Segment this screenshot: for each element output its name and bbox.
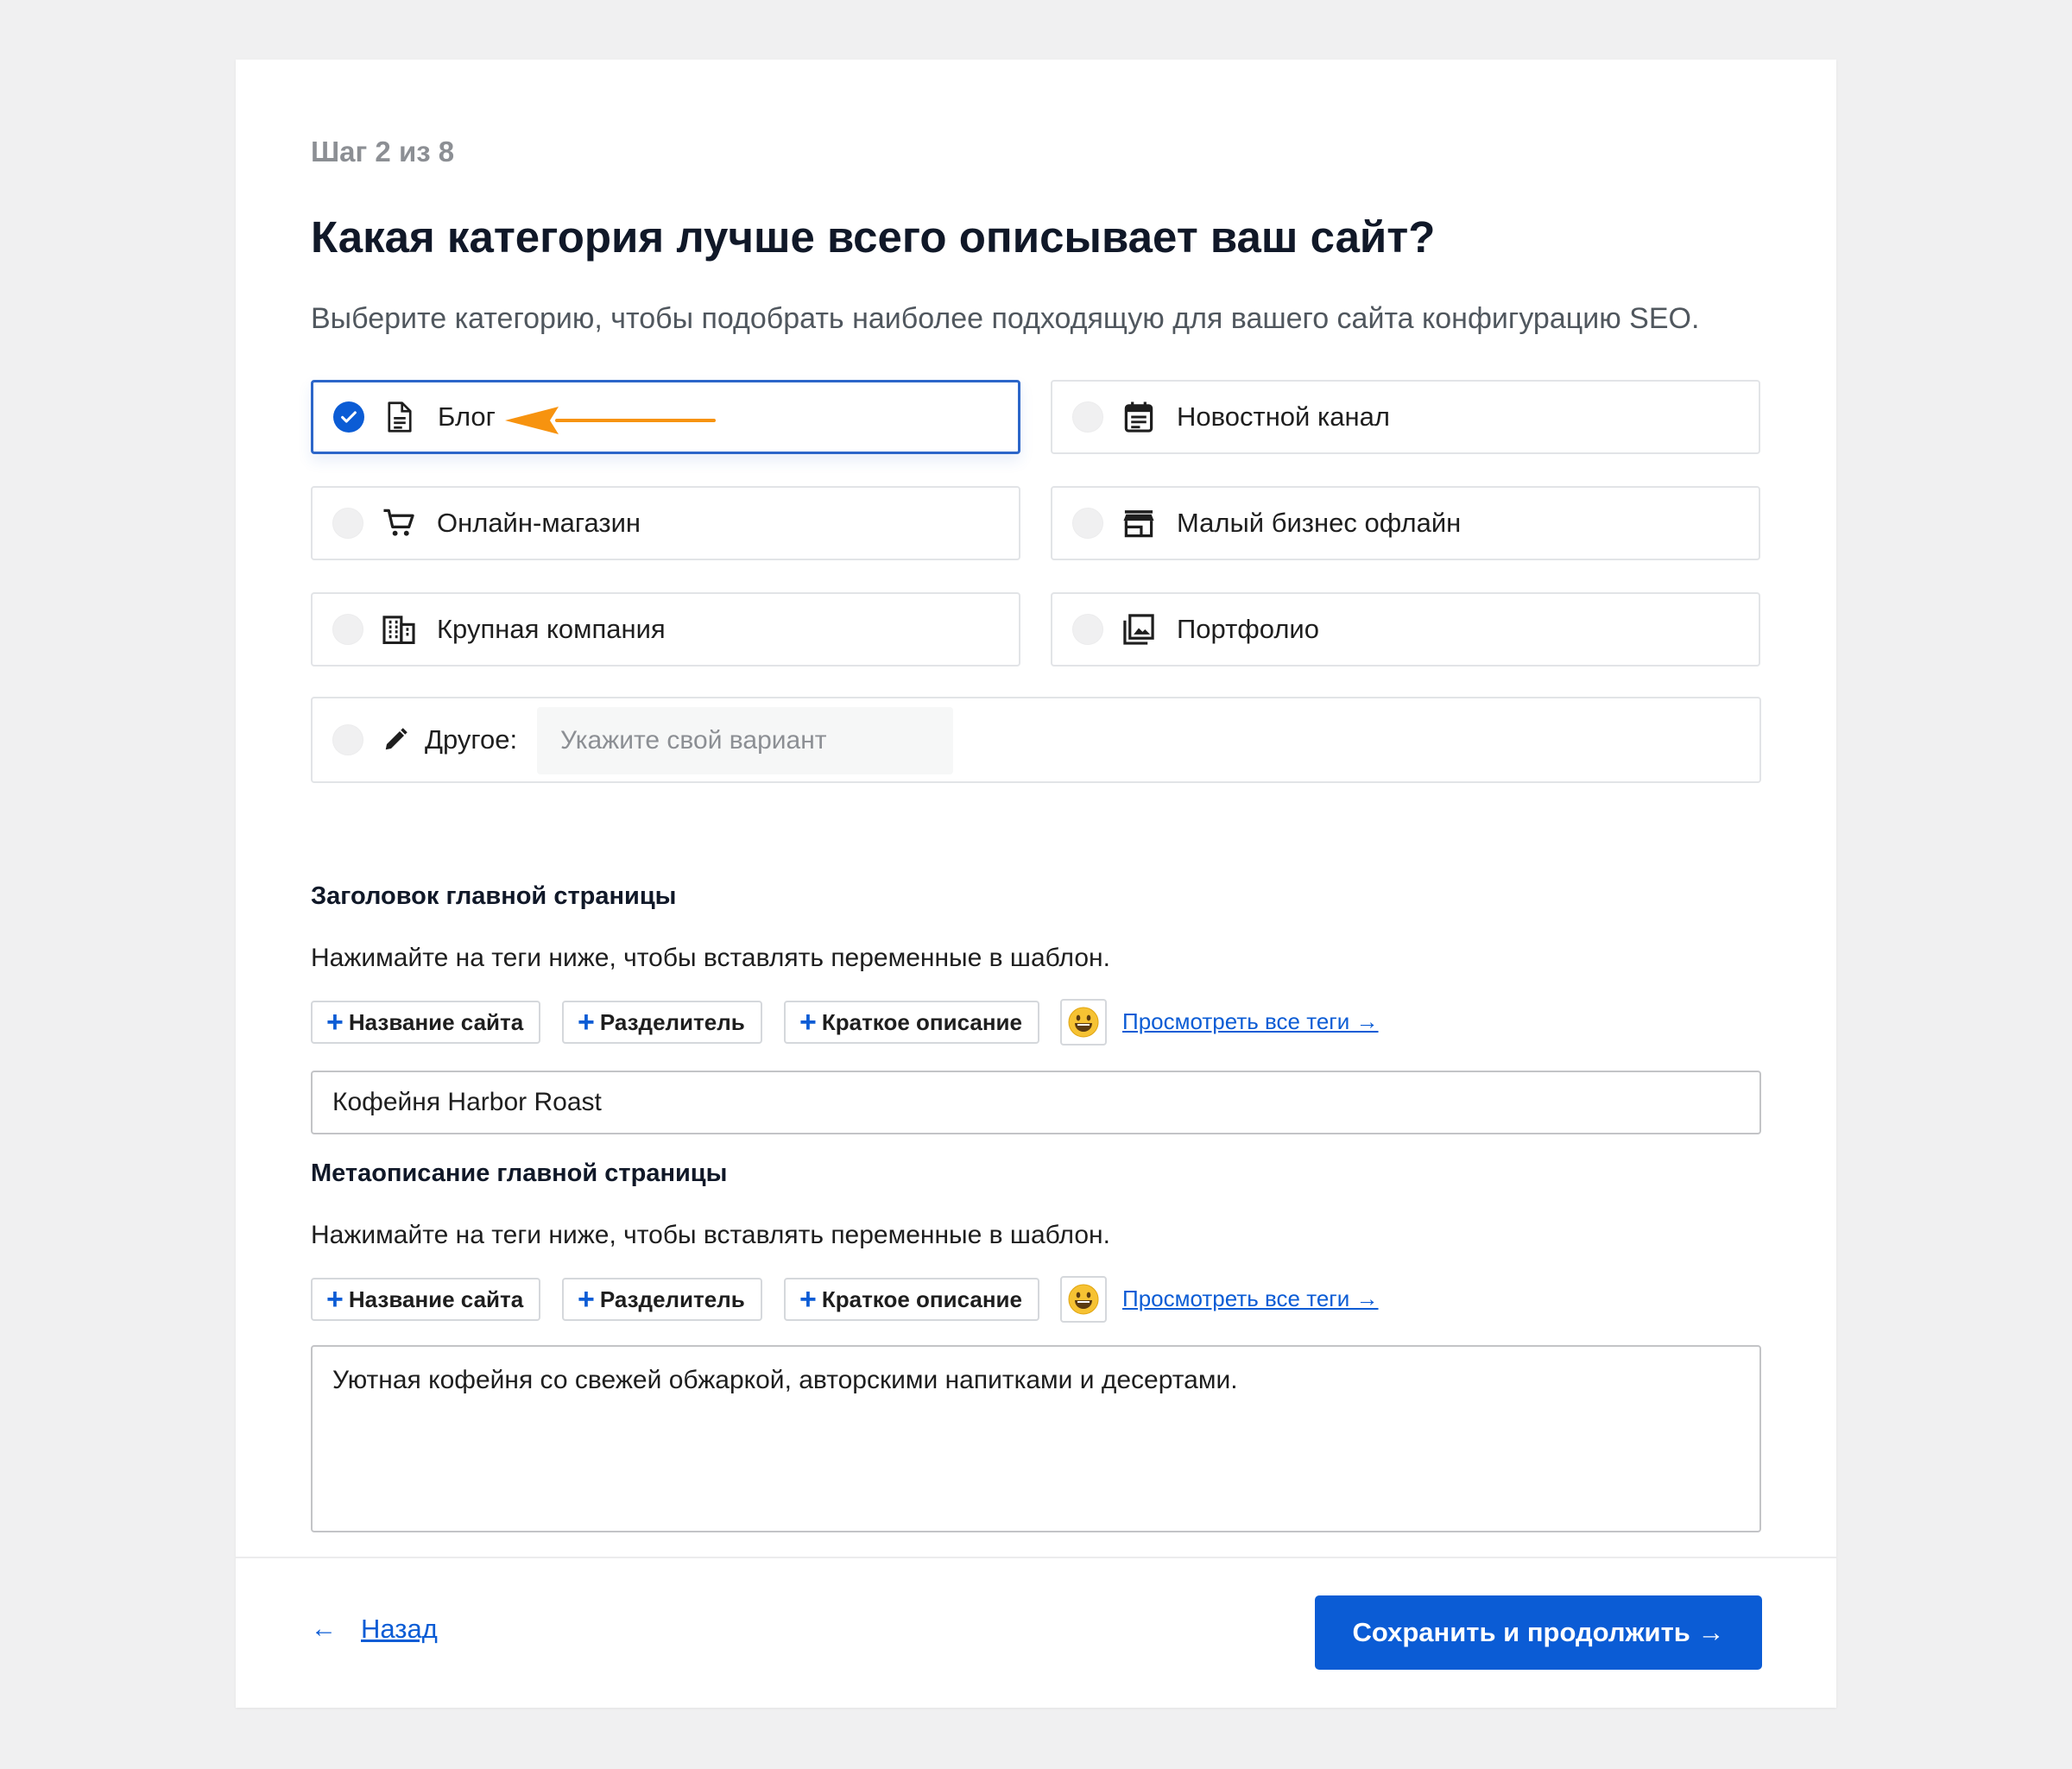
category-option-local-business[interactable]: Малый бизнес офлайн	[1051, 486, 1760, 560]
back-button[interactable]: ← Назад	[311, 1614, 438, 1645]
tag-label: Название сайта	[348, 1286, 524, 1312]
category-label: Портфолио	[1177, 614, 1319, 644]
tag-site-name-button[interactable]: + Название сайта	[311, 1278, 541, 1321]
category-option-other[interactable]: Другое: Укажите свой вариант	[311, 697, 1761, 783]
view-all-tags-link[interactable]: Просмотреть все теги →	[1122, 1008, 1379, 1035]
tag-label: Разделитель	[599, 1008, 745, 1035]
smiley-icon	[1068, 1007, 1099, 1038]
category-label: Новостной канал	[1177, 401, 1390, 432]
check-icon	[341, 411, 357, 423]
radio-unchecked[interactable]	[1072, 508, 1103, 539]
tag-label: Краткое описание	[821, 1008, 1022, 1035]
building-icon	[382, 612, 416, 647]
category-option-news[interactable]: Новостной канал	[1051, 380, 1760, 454]
footer-divider	[236, 1557, 1836, 1558]
page-subtitle: Выберите категорию, чтобы подобрать наиб…	[311, 302, 1700, 335]
plus-icon: +	[578, 1006, 595, 1039]
emoji-picker-button[interactable]	[1060, 999, 1107, 1046]
save-continue-button[interactable]: Сохранить и продолжить →	[1315, 1595, 1762, 1670]
homepage-title-input[interactable]: Кофейня Harbor Roast	[311, 1071, 1761, 1134]
homepage-title-hint: Нажимайте на теги ниже, чтобы вставлять …	[311, 944, 1110, 972]
store-icon	[1121, 506, 1156, 540]
calendar-icon	[1121, 400, 1156, 434]
plus-icon: +	[799, 1283, 817, 1316]
plus-icon: +	[326, 1006, 344, 1039]
category-label: Блог	[438, 401, 496, 432]
annotation-arrow	[505, 407, 716, 434]
plus-icon: +	[799, 1006, 817, 1039]
plus-icon: +	[326, 1283, 344, 1316]
tag-label: Разделитель	[599, 1286, 745, 1312]
radio-unchecked[interactable]	[332, 724, 363, 755]
category-option-shop[interactable]: Онлайн-магазин	[311, 486, 1020, 560]
tag-separator-button[interactable]: + Разделитель	[562, 1278, 762, 1321]
pencil-icon	[378, 723, 413, 757]
cart-icon	[382, 506, 416, 540]
emoji-picker-button[interactable]	[1060, 1276, 1107, 1323]
category-label: Крупная компания	[437, 614, 666, 644]
page-title: Какая категория лучше всего описывает ва…	[311, 212, 1436, 262]
view-all-tags-link[interactable]: Просмотреть все теги →	[1122, 1286, 1379, 1312]
category-option-enterprise[interactable]: Крупная компания	[311, 592, 1020, 667]
back-label: Назад	[361, 1614, 438, 1644]
radio-unchecked[interactable]	[332, 508, 363, 539]
radio-checked[interactable]	[333, 401, 364, 433]
wizard-card: Шаг 2 из 8 Какая категория лучше всего о…	[236, 60, 1836, 1708]
tag-site-name-button[interactable]: + Название сайта	[311, 1001, 541, 1044]
document-icon	[382, 400, 417, 434]
homepage-meta-hint: Нажимайте на теги ниже, чтобы вставлять …	[311, 1221, 1110, 1249]
radio-unchecked[interactable]	[1072, 614, 1103, 645]
plus-icon: +	[578, 1283, 595, 1316]
other-label: Другое:	[425, 724, 518, 755]
smiley-icon	[1068, 1284, 1099, 1315]
category-label: Малый бизнес офлайн	[1177, 508, 1462, 538]
tag-separator-button[interactable]: + Разделитель	[562, 1001, 762, 1044]
step-indicator: Шаг 2 из 8	[311, 136, 455, 167]
category-label: Онлайн-магазин	[437, 508, 641, 538]
category-option-portfolio[interactable]: Портфолио	[1051, 592, 1760, 667]
category-option-blog[interactable]: Блог	[311, 380, 1020, 454]
homepage-meta-textarea[interactable]: Уютная кофейня со свежей обжаркой, автор…	[311, 1345, 1761, 1532]
tag-label: Название сайта	[348, 1008, 524, 1035]
tag-label: Краткое описание	[821, 1286, 1022, 1312]
radio-unchecked[interactable]	[1072, 401, 1103, 433]
tag-tagline-button[interactable]: + Краткое описание	[784, 1001, 1039, 1044]
arrow-left-icon: ←	[311, 1614, 337, 1643]
homepage-title-heading: Заголовок главной страницы	[311, 882, 677, 910]
gallery-icon	[1121, 612, 1156, 647]
other-input[interactable]: Укажите свой вариант	[537, 707, 953, 774]
homepage-meta-heading: Метаописание главной страницы	[311, 1159, 728, 1187]
tag-tagline-button[interactable]: + Краткое описание	[784, 1278, 1039, 1321]
radio-unchecked[interactable]	[332, 614, 363, 645]
